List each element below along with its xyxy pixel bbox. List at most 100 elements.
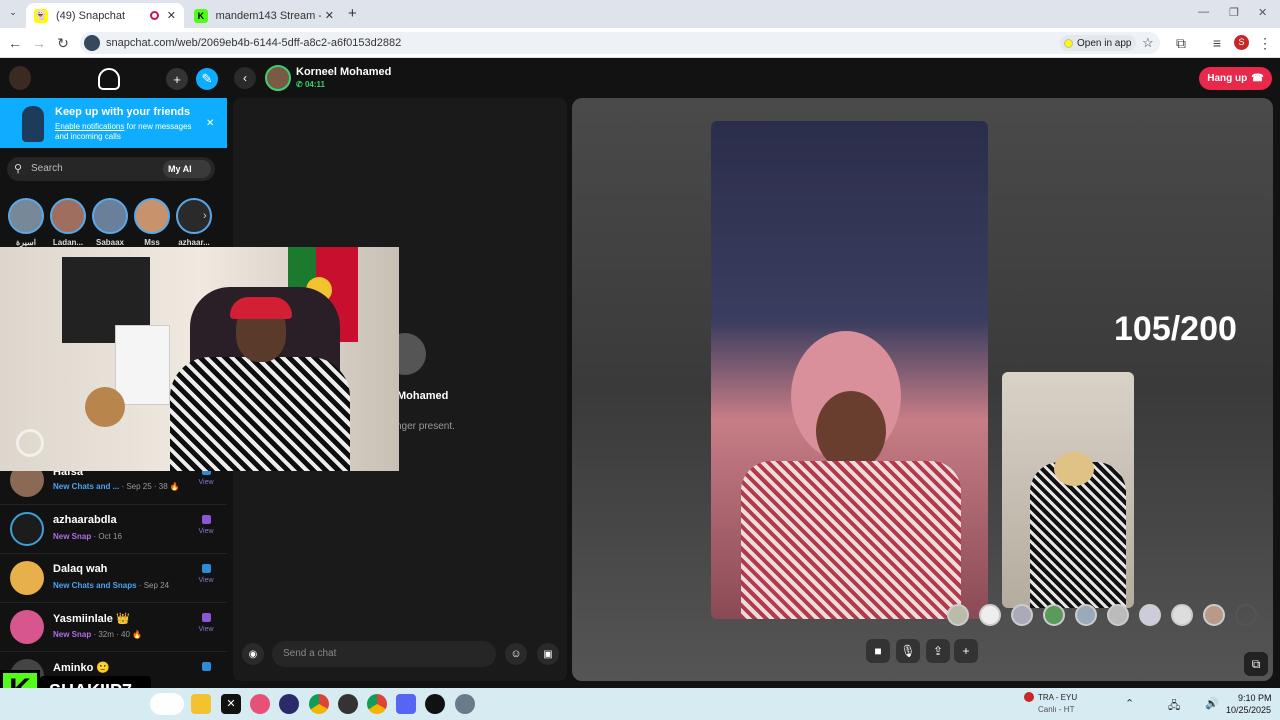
open-in-app-label: Open in app [1077, 37, 1132, 49]
profile-avatar[interactable]: S [1234, 35, 1249, 50]
self-preview-video[interactable] [1002, 372, 1134, 608]
tab-search-button[interactable]: ⌄ [6, 7, 20, 21]
restore-button[interactable]: ❐ [1229, 6, 1239, 19]
chrome-profile-icon[interactable] [367, 694, 387, 714]
enable-notifications-link[interactable]: Enable notifications [55, 122, 124, 131]
lens-button[interactable] [1203, 604, 1225, 626]
tab-kick-stream[interactable]: K mandem143 Stream - Watch Li ✕ [186, 3, 342, 28]
chrome-icon[interactable] [309, 694, 329, 714]
share-screen-icon[interactable]: ⇪ [926, 639, 950, 663]
reading-list-icon[interactable]: ≡ [1208, 34, 1226, 52]
banner-text: Enable notifications for new messages an… [55, 122, 205, 142]
add-friend-icon[interactable]: + [166, 68, 188, 90]
send-chat-placeholder: Send a chat [283, 648, 337, 659]
user-bitmoji-avatar[interactable] [9, 66, 31, 90]
story-avatar[interactable] [92, 198, 128, 234]
lens-button[interactable] [1139, 604, 1161, 626]
view-button[interactable]: View [197, 515, 215, 535]
snapchat-favicon-icon: 👻 [34, 8, 48, 23]
snapchat-ghost-icon[interactable] [98, 68, 120, 90]
x-app-icon[interactable]: ✕ [221, 694, 241, 714]
lens-button[interactable] [1043, 604, 1065, 626]
file-explorer-icon[interactable] [191, 694, 211, 714]
close-tab-icon[interactable]: ✕ [325, 9, 334, 22]
network-icon[interactable]: 🖧 [1168, 697, 1180, 716]
taskbar-search[interactable] [150, 693, 184, 715]
chat-name: Dalaq wah [53, 563, 108, 575]
phone-icon: ✆ [296, 80, 303, 89]
my-ai-button[interactable]: My AI [163, 160, 211, 178]
tab-snapchat[interactable]: 👻 (49) Snapchat ✕ [26, 3, 184, 28]
back-arrow-icon[interactable]: ‹ [234, 67, 256, 89]
popout-icon[interactable]: ⧉ [1244, 652, 1268, 676]
contact-name: Korneel Mohamed [296, 66, 392, 78]
back-icon[interactable]: ← [6, 34, 24, 52]
hang-up-button[interactable]: Hang up ☎ [1199, 67, 1272, 90]
close-window-button[interactable]: ✕ [1258, 6, 1267, 19]
counter-overlay: 105/200 [1114, 310, 1237, 348]
view-label: View [198, 528, 214, 535]
weather-widget[interactable]: TRA - EYU Canlı - HT [1022, 692, 1112, 716]
close-tab-icon[interactable]: ✕ [167, 9, 176, 22]
discord-icon[interactable] [396, 694, 416, 714]
video-toggle-icon[interactable]: ■ [866, 639, 890, 663]
app-icon[interactable] [425, 694, 445, 714]
lens-button[interactable] [1075, 604, 1097, 626]
clock-time[interactable]: 9:10 PM [1238, 693, 1272, 703]
camera-icon[interactable]: ◉ [242, 643, 264, 665]
status-meta: · Sep 24 [136, 581, 170, 590]
hang-up-phone-icon: ☎ [1251, 73, 1264, 84]
list-item[interactable]: azhaarabdla New Snap · Oct 16 View [0, 505, 227, 554]
close-banner-icon[interactable]: ✕ [206, 118, 214, 129]
lens-button[interactable] [1107, 604, 1129, 626]
search-placeholder: Search [31, 163, 63, 174]
status-text: New Chats and ... [53, 482, 120, 491]
tab-label: (49) Snapchat [56, 9, 126, 22]
microphone-icon[interactable]: 🎙 [896, 639, 920, 663]
story-avatar[interactable] [134, 198, 170, 234]
emoji-icon[interactable]: ☺ [505, 643, 527, 665]
lens-button[interactable] [1171, 604, 1193, 626]
clock-date[interactable]: 10/25/2025 [1226, 705, 1271, 715]
weather-line2: Canlı - HT [1038, 705, 1075, 714]
forward-icon[interactable]: → [30, 34, 48, 52]
app-icon[interactable] [338, 694, 358, 714]
tray-chevron-icon[interactable]: ⌃ [1125, 697, 1134, 710]
settings-icon[interactable] [455, 694, 475, 714]
view-button[interactable]: View [197, 613, 215, 633]
bookmark-star-icon[interactable]: ☆ [1142, 35, 1154, 51]
view-button[interactable] [197, 662, 215, 675]
site-info-icon[interactable] [84, 35, 100, 51]
list-item[interactable]: Dalaq wah New Chats and Snaps · Sep 24 V… [0, 554, 227, 603]
address-bar[interactable]: snapchat.com/web/2069eb4b-6144-5dff-a8c2… [80, 32, 1160, 54]
story-label: Ladan... [52, 238, 84, 247]
obs-icon[interactable] [279, 694, 299, 714]
new-chat-icon[interactable]: ✎ [196, 68, 218, 90]
story-avatar[interactable] [50, 198, 86, 234]
stories-next-icon[interactable]: › [203, 210, 207, 222]
new-tab-button[interactable]: + [348, 5, 357, 22]
menu-kebab-icon[interactable]: ⋮ [1256, 34, 1274, 52]
add-participant-icon[interactable]: + [954, 639, 978, 663]
view-button[interactable]: View [197, 564, 215, 584]
lens-button[interactable] [1011, 604, 1033, 626]
volume-icon[interactable]: 🔊 [1205, 697, 1219, 710]
sticker-icon[interactable]: ▣ [537, 643, 559, 665]
reload-icon[interactable]: ↻ [54, 34, 72, 52]
lens-button[interactable] [947, 604, 969, 626]
open-in-app-button[interactable]: Open in app [1060, 35, 1136, 51]
music-app-icon[interactable] [250, 694, 270, 714]
extensions-icon[interactable]: ⧉ [1172, 34, 1190, 52]
story-label: اسيرة [16, 238, 36, 247]
chat-status: New Chats and ... · Sep 25 · 38 🔥 [53, 482, 180, 491]
minimize-button[interactable]: — [1198, 6, 1209, 18]
list-item[interactable]: Yasmiinlale 👑 New Snap · 32m · 40 🔥 View [0, 603, 227, 652]
lens-button[interactable] [1235, 604, 1257, 626]
search-bar[interactable]: ⚲ Search My AI [7, 157, 215, 181]
send-chat-input[interactable]: Send a chat [272, 641, 496, 667]
lens-button[interactable] [979, 604, 1001, 626]
checkered-dress [741, 461, 961, 619]
status-text: New Chats and Snaps [53, 581, 137, 590]
contact-avatar[interactable] [265, 65, 291, 91]
story-avatar[interactable] [8, 198, 44, 234]
